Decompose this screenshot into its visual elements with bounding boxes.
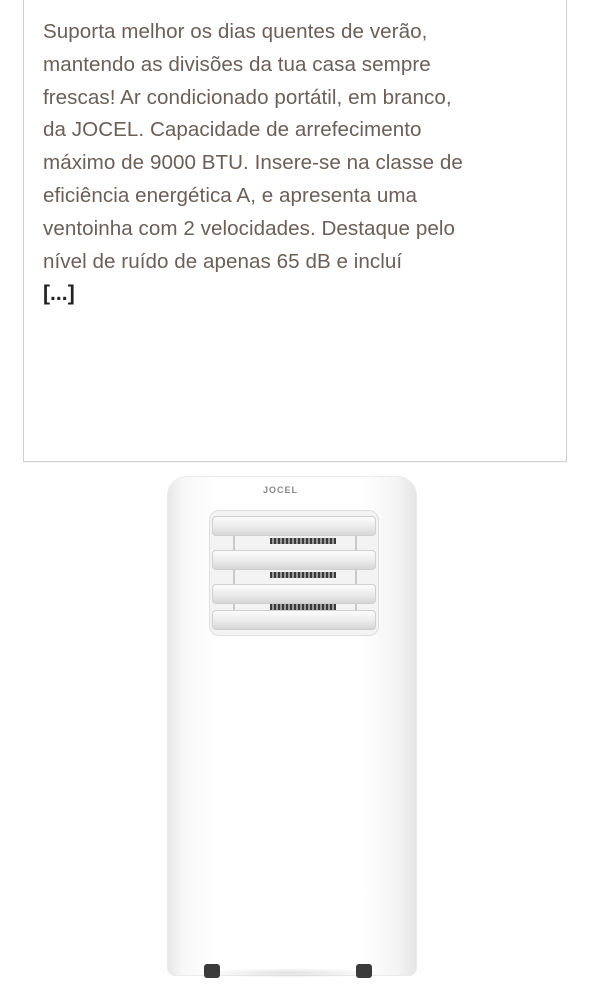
read-more-link[interactable]: [...] bbox=[43, 278, 555, 311]
vent-louver bbox=[212, 516, 376, 536]
product-description: Suporta melhor os dias quentes de verão,… bbox=[43, 16, 555, 311]
vent-grille bbox=[270, 538, 336, 544]
vent-grille bbox=[270, 572, 336, 578]
description-line: mantendo as divisões da tua casa sempre bbox=[43, 52, 431, 76]
caster-wheel-icon bbox=[204, 964, 220, 978]
description-line: nível de ruído de apenas 65 dB e incluí bbox=[43, 249, 403, 273]
description-line: máximo de 9000 BTU. Insere-se na classe … bbox=[43, 151, 463, 175]
product-description-card: Suporta melhor os dias quentes de verão,… bbox=[23, 0, 567, 462]
brand-logo: JOCEL bbox=[263, 485, 299, 495]
vent-louver bbox=[212, 610, 376, 630]
description-line: eficiência energética A, e apresenta uma bbox=[43, 183, 418, 207]
caster-wheel-icon bbox=[356, 964, 372, 978]
description-line: ventoinha com 2 velocidades. Destaque pe… bbox=[43, 216, 455, 240]
vent-louver bbox=[212, 550, 376, 570]
base-shadow bbox=[200, 968, 380, 978]
description-line: Suporta melhor os dias quentes de verão, bbox=[43, 20, 428, 43]
description-line: frescas! Ar condicionado portátil, em br… bbox=[43, 85, 452, 109]
vent-louver bbox=[212, 584, 376, 604]
description-line: da JOCEL. Capacidade de arrefecimento bbox=[43, 118, 422, 142]
